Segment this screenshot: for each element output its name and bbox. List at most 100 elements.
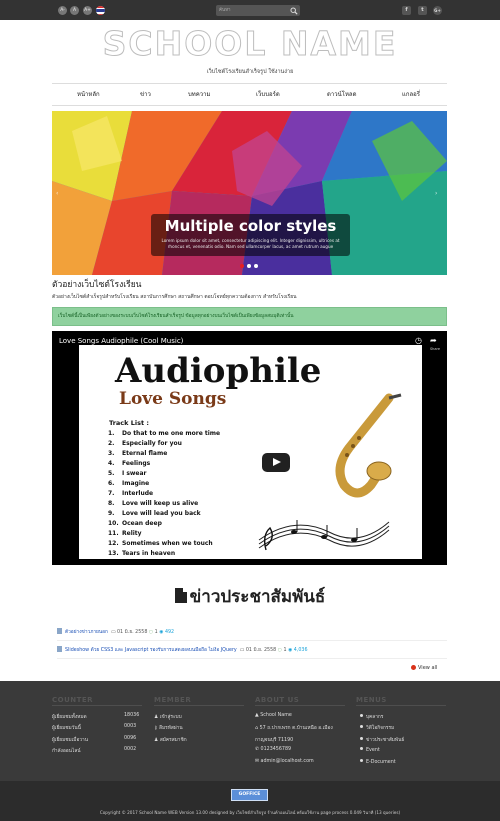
slider-dot[interactable] xyxy=(247,264,251,268)
partner-badge[interactable]: GOFFICE xyxy=(231,789,268,801)
nav-articles[interactable]: บทความ xyxy=(188,84,210,105)
font-reset-button[interactable]: A xyxy=(70,6,79,15)
track-item: 8. Love will keep us alive xyxy=(108,500,199,507)
about-province: กาญจนบุรี 71190 xyxy=(255,738,294,743)
bottom-bar: GOFFICE Copyright © 2017 School Name WEB… xyxy=(0,781,500,821)
footer: COUNTER ผู้เยี่ยมชมทั้งหมด 18036 ผู้เยี่… xyxy=(0,681,500,781)
counter-value: 18036 xyxy=(124,713,140,718)
saxophone-image xyxy=(335,393,402,498)
track-item: 5. I swear xyxy=(108,470,147,477)
track-item: 11. Relity xyxy=(108,530,142,537)
twitter-icon[interactable]: t xyxy=(418,6,427,15)
google-plus-icon[interactable]: G+ xyxy=(433,6,442,15)
news-title-link[interactable]: ตัวอย่างข่าวภายนอก xyxy=(65,630,108,635)
nav-home[interactable]: หน้าหลัก xyxy=(77,84,100,105)
video-title[interactable]: Love Songs Audiophile (Cool Music) xyxy=(59,337,183,345)
nav-news[interactable]: ข่าว xyxy=(140,84,151,105)
slider-next-icon[interactable]: › xyxy=(435,190,441,197)
divider xyxy=(255,705,345,706)
news-title-link[interactable]: Slideshow ด้วย CSS3 และ Javascript รองรั… xyxy=(65,648,237,653)
menu-link[interactable]: E-Document xyxy=(360,759,396,765)
news-item-icon xyxy=(57,628,62,634)
bullet-icon xyxy=(360,747,363,750)
divider xyxy=(154,705,244,706)
about-heading: ABOUT US xyxy=(255,696,300,704)
nav-gallery[interactable]: แกลอรี่ xyxy=(402,84,420,105)
facebook-icon[interactable]: f xyxy=(402,6,411,15)
tagline: เว็บไซต์โรงเรียนสำเร็จรูป ใช้งานง่าย xyxy=(206,69,294,75)
counter-label: ผู้เยี่ยมชมวันนี้ xyxy=(52,726,81,731)
counter-label: ผู้เยี่ยมชมเมื่อวาน xyxy=(52,738,88,743)
arrow-circle-icon xyxy=(411,665,416,670)
news-comments: 1 xyxy=(283,648,287,653)
counter-label: กำลังออนไลน์ xyxy=(52,749,81,754)
tracklist-heading: Track List : xyxy=(109,419,149,427)
thumbnail-subtitle: Love Songs xyxy=(119,389,227,409)
track-item: 13. Tears in heaven xyxy=(108,550,176,557)
counter-heading: COUNTER xyxy=(52,696,94,704)
menu-link[interactable]: วิดีโอกิจกรรม xyxy=(360,724,394,732)
news-heading: ข่าวประชาสัมพันธ์ xyxy=(0,583,500,610)
track-item: 2. Especially for you xyxy=(108,440,182,447)
counter-value: 0096 xyxy=(124,736,137,741)
slider-dot[interactable] xyxy=(254,264,258,268)
search-icon[interactable] xyxy=(290,7,298,15)
nav-download[interactable]: ดาวน์โหลด xyxy=(327,84,357,105)
news-meta: ▭ 01 มิ.ย. 2558 ◌ 1 ◉ 4,036 xyxy=(240,648,308,653)
track-item: 1. Do that to me one more time xyxy=(108,430,221,437)
news-item-icon xyxy=(57,646,62,652)
news-date: 01 มิ.ย. 2558 xyxy=(245,648,277,653)
slider-prev-icon[interactable]: ‹ xyxy=(56,190,62,197)
thai-flag-icon[interactable] xyxy=(96,6,105,15)
comment-icon: ◌ xyxy=(277,648,282,653)
bullet-icon xyxy=(360,725,363,728)
slider-dot[interactable] xyxy=(240,264,244,268)
divider xyxy=(356,705,446,706)
news-meta: ▭ 01 มิ.ย. 2558 ◌ 1 ◉ 492 xyxy=(111,630,174,635)
track-item: 4. Feelings xyxy=(108,460,151,467)
share-icon[interactable]: ➦ xyxy=(430,336,440,346)
view-all-link[interactable]: View all xyxy=(411,665,437,671)
news-heading-text: ข่าวประชาสัมพันธ์ xyxy=(189,587,326,607)
about-school-name: ▲ School Name xyxy=(255,713,292,718)
slider-title: Multiple color styles xyxy=(164,217,337,235)
register-link[interactable]: ♟ สมัครสมาชิก xyxy=(154,736,187,744)
font-increase-button[interactable]: A+ xyxy=(83,6,92,15)
menu-link[interactable]: บุคลากร xyxy=(360,713,383,721)
thumbnail-title: Audiophile xyxy=(115,351,322,391)
video-thumbnail: Audiophile Love Songs Track List : 1. Do … xyxy=(79,345,422,559)
slider-caption: Multiple color styles Lorem ipsum dolor … xyxy=(151,214,350,256)
slider-text: Lorem ipsum dolor sit amet, consectetur … xyxy=(161,238,340,249)
divider xyxy=(52,705,142,706)
copyright-text: Copyright © 2017 School Name WEB Version… xyxy=(99,810,401,815)
track-item: 3. Eternal flame xyxy=(108,450,168,457)
counter-label: ผู้เยี่ยมชมทั้งหมด xyxy=(52,715,87,720)
share-label: Share xyxy=(429,347,441,351)
section-title: ตัวอย่างเว็บไซต์โรงเรียน xyxy=(52,280,142,290)
counter-value: 0003 xyxy=(124,724,137,729)
forgot-password-link[interactable]: ⚷ ลืมรหัสผ่าน xyxy=(154,724,183,732)
news-list-item: Slideshow ด้วย CSS3 และ Javascript รองรั… xyxy=(57,644,447,659)
video-play-button[interactable] xyxy=(262,453,290,472)
news-views: 492 xyxy=(164,630,175,635)
view-all-label: View all xyxy=(418,665,438,671)
music-notes-image xyxy=(258,520,390,551)
nav-webboard[interactable]: เว็บบอร์ด xyxy=(256,84,280,105)
menu-link[interactable]: ข่าวประชาสัมพันธ์ xyxy=(360,736,404,744)
school-name-logo[interactable]: SCHOOL NAME xyxy=(0,25,500,62)
news-views: 4,036 xyxy=(293,648,308,653)
login-link[interactable]: ♟ เข้าสู่ระบบ xyxy=(154,713,182,721)
menus-heading: MENUS xyxy=(356,696,387,704)
bullet-icon xyxy=(360,759,363,762)
menu-link[interactable]: Event xyxy=(360,747,380,753)
font-decrease-button[interactable]: A- xyxy=(58,6,67,15)
search-input[interactable] xyxy=(216,5,288,16)
track-item: 6. Imagine xyxy=(108,480,150,487)
image-slider[interactable]: ‹ › Multiple color styles Lorem ipsum do… xyxy=(52,111,447,275)
youtube-video-embed[interactable]: Love Songs Audiophile (Cool Music) ◷ ➦ S… xyxy=(52,331,447,565)
member-heading: MEMBER xyxy=(154,696,192,704)
bullet-icon xyxy=(360,737,363,740)
about-email[interactable]: ✉ admin@localhost.com xyxy=(255,759,314,764)
about-phone: ✆ 0123456789 xyxy=(255,747,292,752)
comment-icon: ◌ xyxy=(148,630,154,635)
